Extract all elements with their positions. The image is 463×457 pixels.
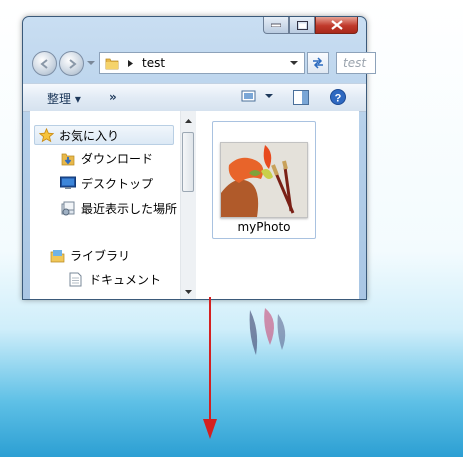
nav-favorites[interactable]: お気に入り [34, 125, 174, 145]
nav-item-documents-label: ドキュメント [89, 272, 162, 287]
nav-libraries-label: ライブラリ [70, 248, 131, 263]
refresh-icon [313, 57, 323, 69]
maximize-button[interactable] [289, 17, 315, 34]
back-button[interactable] [32, 51, 57, 76]
refresh-button[interactable] [307, 52, 329, 74]
change-view-button[interactable] [241, 89, 273, 103]
nav-libraries[interactable]: ライブラリ [49, 245, 130, 265]
star-icon [38, 127, 54, 143]
file-name-label: myPhoto [237, 220, 291, 234]
image-thumbnail [220, 142, 308, 218]
command-bar: 整理 ▾ » ? [23, 83, 366, 112]
explorer-window: test test 整理 ▾ » ? お気に入り ダウンロード デスクトップ 最… [22, 16, 376, 300]
breadcrumb-separator-icon[interactable] [128, 60, 133, 67]
forward-button[interactable] [59, 51, 84, 76]
address-bar[interactable]: test [99, 52, 305, 74]
nav-item-documents[interactable]: ドキュメント [68, 269, 161, 289]
desktop-icon [60, 175, 76, 191]
forward-arrow-icon [68, 58, 77, 69]
nav-item-recent-places-label: 最近表示した場所 [81, 201, 178, 216]
nav-item-recent-places[interactable]: 最近表示した場所 [60, 198, 177, 218]
nav-scrollbar[interactable] [180, 111, 196, 299]
scroll-up-icon [185, 118, 192, 123]
navigation-pane: お気に入り ダウンロード デスクトップ 最近表示した場所 ライブラリ ドキュメン… [30, 111, 180, 299]
maximize-icon [296, 20, 308, 30]
search-input[interactable]: test [336, 52, 376, 74]
preview-pane-icon[interactable] [293, 90, 309, 105]
nav-favorites-label: お気に入り [59, 128, 120, 143]
minimize-icon [271, 23, 281, 27]
wallpaper-flower [249, 308, 286, 355]
address-row: test test [29, 48, 376, 76]
nav-item-desktop[interactable]: デスクトップ [60, 173, 153, 193]
address-path: test [142, 56, 166, 70]
scroll-up-button[interactable] [181, 113, 196, 128]
nav-item-downloads-label: ダウンロード [81, 151, 154, 166]
more-commands-button[interactable]: » [109, 90, 117, 104]
document-icon [68, 271, 84, 287]
organize-button[interactable]: 整理 ▾ [47, 90, 81, 107]
download-folder-icon [60, 150, 76, 166]
help-icon[interactable]: ? [330, 89, 346, 105]
caption-buttons [263, 17, 358, 34]
view-icon [241, 90, 256, 102]
close-icon [330, 20, 343, 30]
scroll-down-button[interactable] [181, 284, 196, 299]
nav-item-desktop-label: デスクトップ [81, 176, 154, 191]
minimize-button[interactable] [263, 17, 289, 34]
drag-down-arrow [203, 297, 217, 439]
recent-places-icon [60, 200, 76, 216]
recent-pages-chevron-icon[interactable] [87, 61, 95, 66]
nav-item-downloads[interactable]: ダウンロード [60, 148, 153, 168]
view-dropdown-icon [265, 93, 273, 98]
libraries-icon [49, 247, 65, 263]
back-arrow-icon [39, 58, 48, 69]
address-dropdown-icon[interactable] [290, 61, 298, 66]
window-content: お気に入り ダウンロード デスクトップ 最近表示した場所 ライブラリ ドキュメン… [30, 111, 359, 299]
scroll-thumb[interactable] [182, 132, 194, 192]
file-item-myphoto[interactable]: myPhoto [212, 121, 316, 239]
svg-text:?: ? [335, 93, 342, 105]
folder-icon [105, 58, 119, 70]
close-button[interactable] [315, 17, 358, 34]
scroll-down-icon [185, 289, 192, 294]
